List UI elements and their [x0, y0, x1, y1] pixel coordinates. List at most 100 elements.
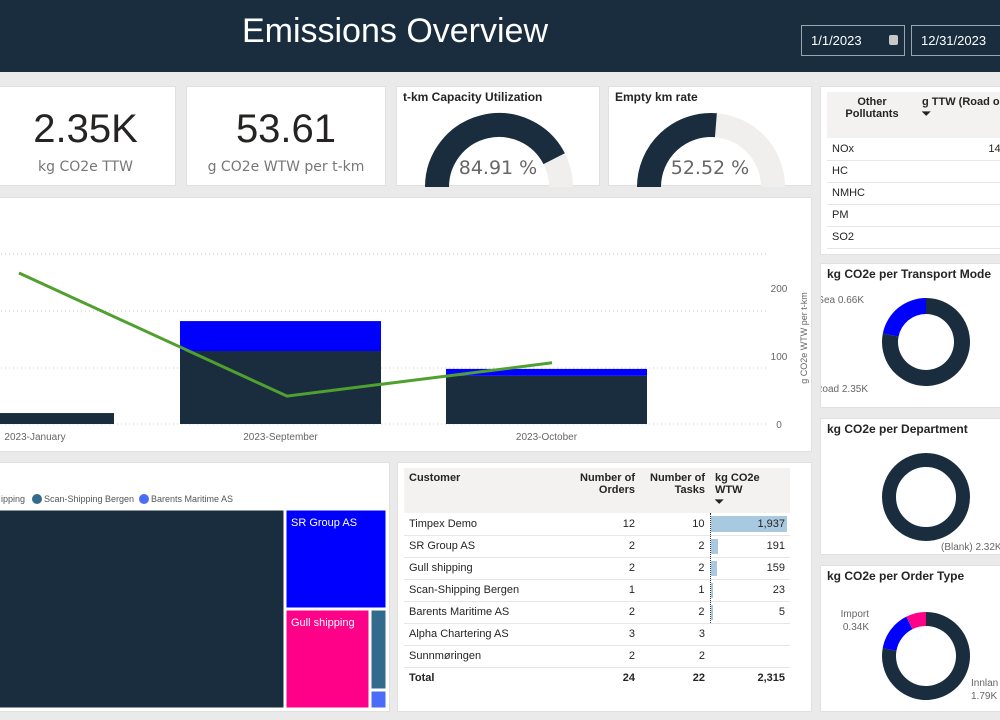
col-header-tasks[interactable]: Number of Tasks — [640, 468, 710, 513]
donut-label: Road 2.35K — [821, 384, 868, 395]
donut-transport-mode: Road 2.35K Sea 0.66K — [815, 295, 970, 395]
table-row[interactable]: SO24 — [827, 226, 1000, 249]
gauge-value: 84.91 % — [458, 157, 538, 179]
treemap-tile — [370, 609, 387, 690]
pollutant-name: NMHC — [827, 182, 917, 205]
pollutant-value: 290 — [917, 160, 1000, 183]
donut-label: 0.34K — [843, 622, 869, 633]
combo-chart: 2023-January 2023-September 2023-October 0 1… — [0, 253, 809, 443]
data-bar — [710, 560, 717, 576]
donut-card-transport: kg CO2e per Transport Mode Road 2.35K Sea … — [815, 263, 1000, 408]
legend-item: Barents Maritime AS — [151, 494, 233, 504]
co2e-value: 191 — [766, 540, 785, 552]
customer-name: Scan-Shipping Bergen — [404, 579, 570, 602]
table-row[interactable]: Sunnmøringen 2 2 — [404, 645, 790, 668]
orders-count: 1 — [570, 579, 640, 602]
treemap-tile — [0, 509, 285, 709]
donut-card-department: kg CO2e per Department (Blank) 2.32K — [820, 418, 1000, 555]
legend-item: Scan-Shipping Bergen — [44, 494, 134, 504]
orders-count: 2 — [570, 535, 640, 558]
donut-title: kg CO2e per Transport Mode — [827, 267, 992, 281]
date-to-input[interactable]: 12/31/2023 — [911, 25, 1000, 56]
header-bar: Emissions Overview 1/1/2023 12/31/2023 — [0, 0, 1000, 72]
tasks-count: 2 — [640, 535, 710, 558]
donut-department: (Blank) 2.32K — [882, 453, 1000, 553]
kpi-card-wtw: 53.61 g CO2e WTW per t-km — [186, 86, 386, 186]
pollutant-value: 4 — [917, 226, 1000, 249]
pollutant-value: 14,263 — [917, 138, 1000, 161]
pollutants-card: Other Pollutantsg TTW (Road or⏷ NOx14,26… — [820, 86, 1000, 255]
data-bar — [710, 604, 713, 620]
col-header-co2e[interactable]: kg CO2e WTW ⏷ — [710, 468, 790, 513]
treemap-tile — [370, 690, 387, 709]
col-header-customer[interactable]: Customer — [404, 468, 570, 513]
kpi-value: 53.61 — [235, 107, 337, 151]
table-row[interactable]: HC290 — [827, 160, 1000, 183]
donut-label: Import — [841, 609, 870, 620]
treemap-label: SR Group AS — [291, 517, 357, 529]
pollutant-name: SO2 — [827, 226, 917, 249]
donut-title: kg CO2e per Department — [827, 422, 968, 436]
donut-slice — [882, 616, 913, 651]
customer-table: Customer Number of Orders Number of Task… — [404, 468, 790, 689]
table-row[interactable]: Scan-Shipping Bergen 1 1 23 — [404, 579, 790, 602]
y2-tick-label: 100 — [771, 352, 788, 363]
table-row[interactable]: SR Group AS 2 2 191 — [404, 535, 790, 558]
tasks-count: 2 — [640, 601, 710, 624]
customer-name: Sunnmøringen — [404, 645, 570, 668]
co2e-cell — [710, 623, 790, 646]
kpi-value: 2.35K — [33, 107, 138, 151]
pollutant-name: PM — [827, 204, 917, 227]
x-tick-label: 2023-September — [243, 432, 318, 443]
donut-label: Sea 0.66K — [821, 295, 864, 306]
orders-count: 12 — [570, 513, 640, 536]
col-header[interactable]: g TTW (Road or ⏷ — [917, 92, 1000, 138]
customer-name: Timpex Demo — [404, 513, 570, 536]
donut-label: (Blank) 2.32K — [941, 542, 1000, 553]
x-tick-label: 2023-October — [516, 432, 578, 443]
table-row[interactable]: NMHC283 — [827, 182, 1000, 205]
customer-name: Gull shipping — [404, 557, 570, 580]
co2e-value: 23 — [772, 584, 785, 596]
co2e-cell — [710, 645, 790, 668]
table-row[interactable]: Alpha Chartering AS 3 3 — [404, 623, 790, 646]
pollutant-value: 283 — [917, 182, 1000, 205]
date-from-input[interactable]: 1/1/2023 — [801, 25, 905, 56]
customer-name: Barents Maritime AS — [404, 601, 570, 624]
pollutant-name: HC — [827, 160, 917, 183]
kpi-label: g CO2e WTW per t-km — [207, 159, 365, 175]
customer-treemap: ipping Scan-Shipping Bergen Barents Mariti… — [0, 494, 387, 709]
data-bar — [710, 538, 718, 554]
gauge-value: 52.52 % — [670, 157, 750, 179]
customer-name: SR Group AS — [404, 535, 570, 558]
sort-desc-icon[interactable]: ⏷ — [715, 496, 724, 508]
table-row[interactable]: PM175 — [827, 204, 1000, 227]
table-row[interactable]: Gull shipping 2 2 159 — [404, 557, 790, 580]
col-header-orders[interactable]: Number of Orders — [570, 468, 640, 513]
date-from-value: 1/1/2023 — [811, 33, 862, 48]
tasks-count: 1 — [640, 579, 710, 602]
treemap-card: ipping Scan-Shipping Bergen Barents Mariti… — [0, 462, 390, 712]
table-row[interactable]: NOx14,263 — [827, 138, 1000, 161]
bar-segment — [0, 413, 114, 424]
co2e-cell: 1,937 — [709, 513, 790, 536]
combo-chart-card: 2023-January 2023-September 2023-October 0 1… — [0, 197, 812, 452]
y2-tick-label: 0 — [776, 420, 782, 431]
treemap-label: Gull shipping — [291, 617, 355, 629]
legend-fragment: ipping — [1, 494, 25, 504]
y2-axis-label: g CO2e WTW per t-km — [799, 292, 809, 384]
co2e-value: 159 — [766, 562, 785, 574]
date-to-value: 12/31/2023 — [921, 33, 987, 48]
table-row[interactable]: Barents Maritime AS 2 2 5 — [404, 601, 790, 624]
customer-table-card: Customer Number of Orders Number of Task… — [397, 462, 812, 712]
calendar-icon[interactable] — [889, 35, 898, 45]
co2e-value: 1,937 — [757, 517, 785, 530]
donut-order-type: Innlan 1.79K Import 0.34K — [841, 609, 999, 702]
table-row[interactable]: Timpex Demo 12 10 1,937 — [404, 513, 790, 536]
sort-desc-icon[interactable]: ⏷ — [922, 108, 931, 120]
orders-count: 2 — [570, 645, 640, 668]
tasks-count: 2 — [640, 645, 710, 668]
legend-dot — [139, 494, 149, 504]
col-header[interactable]: Other Pollutants — [827, 92, 917, 138]
pollutants-table: Other Pollutantsg TTW (Road or⏷ NOx14,26… — [827, 92, 1000, 249]
